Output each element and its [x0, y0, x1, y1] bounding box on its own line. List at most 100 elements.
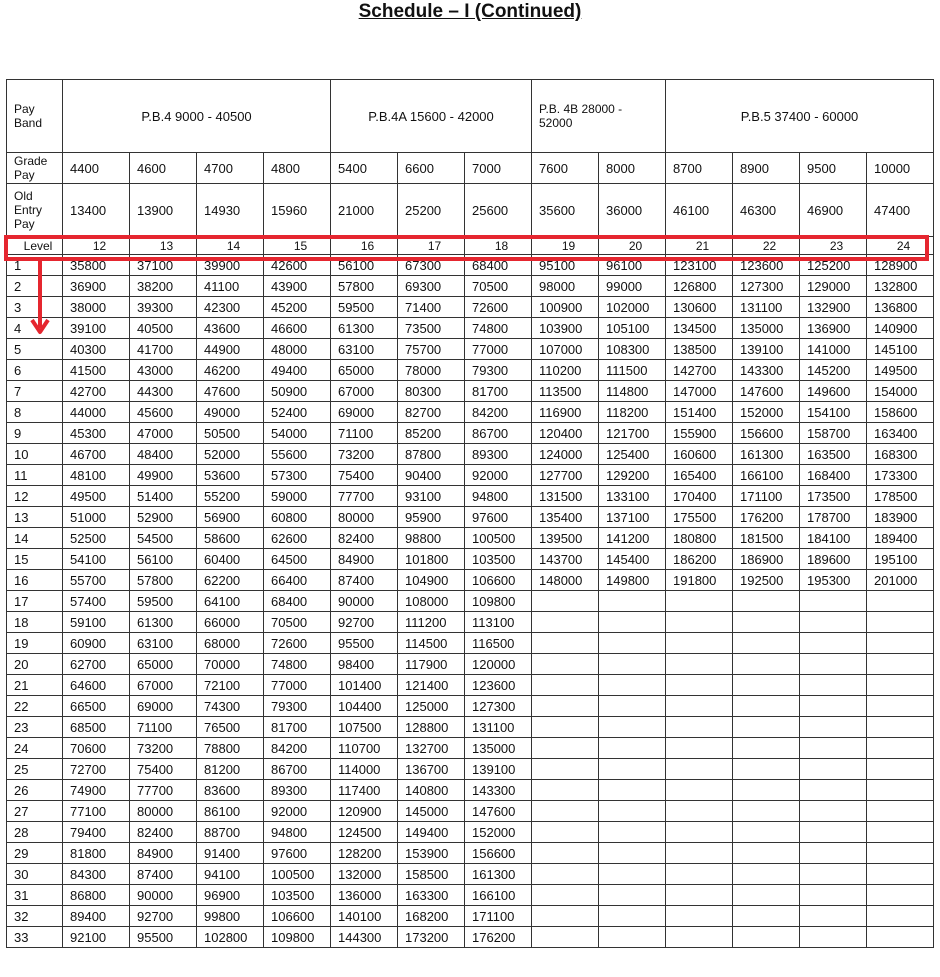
- pay-cell: 77700: [129, 779, 197, 801]
- row-index-cell: 14: [6, 527, 63, 549]
- row-index-cell: 32: [6, 905, 63, 927]
- pay-cell: 86100: [196, 800, 264, 822]
- pay-cell: 44300: [129, 380, 197, 402]
- row-index-cell: 27: [6, 800, 63, 822]
- table-row: 17 57400 59500 64100 68400 90000 108000 109800: [6, 590, 934, 612]
- pay-cell: [732, 632, 800, 654]
- pay-cell: 127300: [732, 275, 800, 297]
- pay-cell: 80000: [129, 800, 197, 822]
- pay-cell: 42300: [196, 296, 264, 318]
- row-index-cell: 22: [6, 695, 63, 717]
- old-entry-pay-cell: 47400: [866, 183, 934, 237]
- pay-cell: 123600: [732, 254, 800, 276]
- table-row: 12 49500 51400 55200 59000 77700 93100 94800 131…: [6, 485, 934, 507]
- pay-cell: 140800: [397, 779, 465, 801]
- row-index-cell: 7: [6, 380, 63, 402]
- pay-cell: 99800: [196, 905, 264, 927]
- pay-cell: 55200: [196, 485, 264, 507]
- pay-cell: 46200: [196, 359, 264, 381]
- pay-cell: 158600: [866, 401, 934, 423]
- pay-cell: 49000: [196, 401, 264, 423]
- pay-cell: [531, 590, 599, 612]
- pay-cell: 100900: [531, 296, 599, 318]
- pay-cell: [732, 863, 800, 885]
- pay-cell: 139100: [732, 338, 800, 360]
- pay-cell: [665, 758, 733, 780]
- pay-cell: 114000: [330, 758, 398, 780]
- pay-cell: 92700: [129, 905, 197, 927]
- table-row: 2 36900 38200 41100 43900 57800 69300 70500 9800…: [6, 275, 934, 297]
- pay-cell: [531, 737, 599, 759]
- pay-cell: [598, 590, 666, 612]
- pay-cell: 104900: [397, 569, 465, 591]
- pay-cell: 106600: [464, 569, 532, 591]
- pay-cell: 62600: [263, 527, 331, 549]
- pay-cell: 55600: [263, 443, 331, 465]
- level-cell: 23: [799, 236, 867, 255]
- pay-cell: 47000: [129, 422, 197, 444]
- pay-cell: 81800: [62, 842, 130, 864]
- pay-cell: 134500: [665, 317, 733, 339]
- pay-cell: 144300: [330, 926, 398, 948]
- pay-cell: [598, 758, 666, 780]
- pay-cell: 114500: [397, 632, 465, 654]
- level-cell: 24: [866, 236, 934, 255]
- pay-cell: 123600: [464, 674, 532, 696]
- pay-cell: [799, 674, 867, 696]
- pay-cell: [732, 716, 800, 738]
- pay-cell: 62700: [62, 653, 130, 675]
- pay-cell: 54500: [129, 527, 197, 549]
- row-index-cell: 33: [6, 926, 63, 948]
- pay-cell: 82400: [330, 527, 398, 549]
- pay-cell: 92100: [62, 926, 130, 948]
- pay-cell: 90000: [330, 590, 398, 612]
- grade-pay-cell: 10000: [866, 152, 934, 184]
- pay-cell: 107500: [330, 716, 398, 738]
- pay-cell: 69000: [129, 695, 197, 717]
- grade-pay-cell: 7600: [531, 152, 599, 184]
- pay-cell: [866, 884, 934, 906]
- pay-cell: 145200: [799, 359, 867, 381]
- pay-cell: [866, 611, 934, 633]
- pay-cell: 52000: [196, 443, 264, 465]
- pay-cell: 135400: [531, 506, 599, 528]
- pay-band-cell: P.B.4A 15600 - 42000: [330, 79, 532, 153]
- pay-cell: [531, 779, 599, 801]
- pay-cell: [598, 884, 666, 906]
- pay-cell: 44000: [62, 401, 130, 423]
- pay-cell: 61300: [330, 317, 398, 339]
- pay-cell: 69300: [397, 275, 465, 297]
- old-entry-pay-label: Old Entry Pay: [6, 183, 63, 237]
- pay-cell: [799, 884, 867, 906]
- pay-cell: 132700: [397, 737, 465, 759]
- old-entry-pay-cell: 35600: [531, 183, 599, 237]
- pay-cell: 117900: [397, 653, 465, 675]
- pay-cell: [665, 611, 733, 633]
- pay-cell: 48400: [129, 443, 197, 465]
- pay-cell: 195300: [799, 569, 867, 591]
- pay-cell: 62200: [196, 569, 264, 591]
- pay-cell: 137100: [598, 506, 666, 528]
- pay-cell: 116500: [464, 632, 532, 654]
- pay-cell: 156600: [732, 422, 800, 444]
- table-row: 23 68500 71100 76500 81700 107500 128800 131100: [6, 716, 934, 738]
- table-row: 26 74900 77700 83600 89300 117400 140800 143300: [6, 779, 934, 801]
- pay-cell: 102800: [196, 926, 264, 948]
- pay-cell: [531, 611, 599, 633]
- row-index-cell: 31: [6, 884, 63, 906]
- pay-cell: [598, 674, 666, 696]
- pay-cell: 92000: [464, 464, 532, 486]
- row-index-cell: 8: [6, 401, 63, 423]
- pay-cell: 64600: [62, 674, 130, 696]
- pay-cell: 50500: [196, 422, 264, 444]
- pay-cell: 84900: [129, 842, 197, 864]
- pay-cell: 130600: [665, 296, 733, 318]
- pay-cell: 90400: [397, 464, 465, 486]
- old-entry-pay-cell: 46900: [799, 183, 867, 237]
- table-row: 22 66500 69000 74300 79300 104400 125000 127300: [6, 695, 934, 717]
- pay-cell: 39300: [129, 296, 197, 318]
- table-row: 20 62700 65000 70000 74800 98400 117900 120000: [6, 653, 934, 675]
- pay-cell: 67000: [330, 380, 398, 402]
- pay-cell: 82400: [129, 821, 197, 843]
- old-entry-pay-cell: 36000: [598, 183, 666, 237]
